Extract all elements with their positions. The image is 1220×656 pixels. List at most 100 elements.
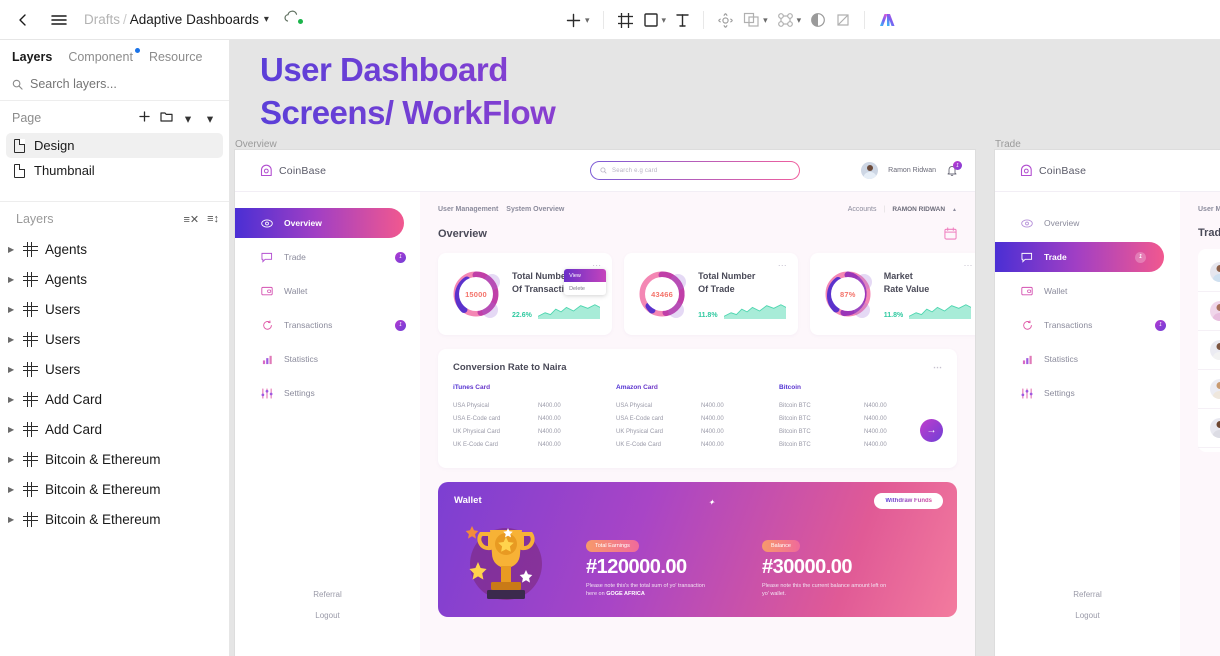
layer-row[interactable]: ▶ Users <box>0 324 229 354</box>
breadcrumb[interactable]: Drafts / Adaptive Dashboards ▾ <box>84 12 269 27</box>
breadcrumb-user-management[interactable]: User Manage <box>1198 206 1220 213</box>
expand-caret-icon[interactable]: ▶ <box>8 245 16 254</box>
calendar-icon[interactable] <box>944 227 957 240</box>
sidebar-item-trade[interactable]: Trade 1 <box>235 242 420 272</box>
new-folder-icon[interactable] <box>155 111 177 126</box>
hamburger-menu-icon[interactable] <box>48 9 70 31</box>
frame-label-trade[interactable]: Trade <box>995 139 1021 150</box>
component-tool[interactable]: ▾ <box>777 12 802 28</box>
actions-tool[interactable] <box>717 12 734 29</box>
brand[interactable]: CoinBase <box>235 164 420 178</box>
mask-tool[interactable] <box>810 12 826 28</box>
add-tool-chevron-icon[interactable]: ▾ <box>585 15 590 26</box>
expand-caret-icon[interactable]: ▶ <box>8 455 16 464</box>
text-tool[interactable] <box>675 12 690 28</box>
shape-tool[interactable]: ▾ <box>643 12 667 28</box>
sidebar-item-wallet[interactable]: Wallet <box>995 276 1180 306</box>
frame-overview[interactable]: CoinBase Search e.g card Ramon Ridwan 1 … <box>235 150 975 656</box>
list-item[interactable] <box>1198 331 1220 370</box>
layer-row[interactable]: ▶ Agents <box>0 264 229 294</box>
page-chevron-down-icon[interactable]: ▾ <box>177 111 199 126</box>
sidebar-referral-link[interactable]: Referral <box>235 584 420 605</box>
breadcrumb-system-overview[interactable]: System Overview <box>506 206 564 213</box>
list-item[interactable] <box>1198 253 1220 292</box>
frame-trade[interactable]: CoinBase Overview Trade 1 Wallet Transac… <box>995 150 1220 656</box>
notification-bell-icon[interactable]: 1 <box>946 161 962 177</box>
frame-tool[interactable] <box>617 12 634 29</box>
list-item[interactable] <box>1198 370 1220 409</box>
search-layers-row[interactable] <box>0 72 229 101</box>
sort-layers-icon[interactable]: ≡↕ <box>207 213 219 225</box>
card-menu-icon[interactable]: ⋯ <box>778 260 788 271</box>
file-chevron-down-icon[interactable]: ▾ <box>264 14 269 25</box>
expand-caret-icon[interactable]: ▶ <box>8 275 16 284</box>
menu-item-view[interactable]: View <box>564 269 607 282</box>
filter-layers-icon[interactable]: ≡✕ <box>183 213 199 226</box>
expand-caret-icon[interactable]: ▶ <box>8 305 16 314</box>
sidebar-item-trade[interactable]: Trade 1 <box>995 242 1164 272</box>
card-menu-icon[interactable]: ⋯ <box>963 260 973 271</box>
breadcrumb-root[interactable]: Drafts <box>84 12 120 27</box>
layer-row[interactable]: ▶ Bitcoin & Ethereum <box>0 504 229 534</box>
expand-caret-icon[interactable]: ▶ <box>8 425 16 434</box>
page-item-design[interactable]: Design <box>6 133 223 158</box>
layer-row[interactable]: ▶ Users <box>0 354 229 384</box>
sidebar-referral-link[interactable]: Referral <box>995 584 1180 605</box>
boolean-tool-chevron-icon[interactable]: ▾ <box>763 15 768 26</box>
stat-card-transactions[interactable]: ⋯ 15000 Total Number Of Transaction 22.6… <box>438 253 613 335</box>
menu-item-delete[interactable]: Delete <box>564 282 606 295</box>
sidebar-item-wallet[interactable]: Wallet <box>235 276 420 306</box>
shape-tool-chevron-icon[interactable]: ▾ <box>662 15 667 26</box>
search-input[interactable] <box>30 77 190 91</box>
tab-resource[interactable]: Resource <box>149 50 203 64</box>
component-tool-chevron-icon[interactable]: ▾ <box>797 15 802 26</box>
sidebar-item-overview[interactable]: Overview <box>995 208 1180 238</box>
collapse-panel-icon[interactable]: ▾ <box>199 111 221 126</box>
expand-caret-icon[interactable]: ▶ <box>8 485 16 494</box>
layer-row[interactable]: ▶ Bitcoin & Ethereum <box>0 444 229 474</box>
design-canvas[interactable]: User Dashboard Screens/ WorkFlow Overvie… <box>230 40 1220 656</box>
layer-row[interactable]: ▶ Users <box>0 294 229 324</box>
add-tool[interactable]: ▾ <box>565 12 590 29</box>
back-chevron-icon[interactable] <box>12 9 34 31</box>
expand-caret-icon[interactable]: ▶ <box>8 395 16 404</box>
conversion-menu-icon[interactable]: ⋯ <box>933 362 942 373</box>
next-page-arrow-button[interactable]: → <box>920 418 943 442</box>
accounts-label[interactable]: Accounts <box>848 206 877 213</box>
add-page-button[interactable] <box>133 110 155 126</box>
sidebar-item-transactions[interactable]: Transactions 1 <box>235 310 420 340</box>
boolean-tool[interactable]: ▾ <box>743 12 768 28</box>
ai-logo-icon[interactable] <box>878 12 897 28</box>
tab-component[interactable]: Component <box>68 48 140 64</box>
list-item[interactable] <box>1198 292 1220 331</box>
search-box[interactable]: Search e.g card <box>590 161 800 180</box>
layer-row[interactable]: ▶ Add Card <box>0 414 229 444</box>
stat-card-market-rate[interactable]: ⋯ 87% Market Rate Value 11.8% <box>809 253 975 335</box>
withdraw-funds-button[interactable]: Withdraw Funds <box>874 492 943 509</box>
list-item[interactable] <box>1198 409 1220 448</box>
page-item-thumbnail[interactable]: Thumbnail <box>6 158 223 183</box>
account-caret-icon[interactable]: ▲ <box>952 207 957 213</box>
tab-layers[interactable]: Layers <box>12 50 52 64</box>
layer-row[interactable]: ▶ Add Card <box>0 384 229 414</box>
brand[interactable]: CoinBase <box>995 164 1180 178</box>
expand-caret-icon[interactable]: ▶ <box>8 365 16 374</box>
sidebar-item-settings[interactable]: Settings <box>995 378 1180 408</box>
breadcrumb-user-management[interactable]: User Management <box>438 206 498 213</box>
sidebar-item-settings[interactable]: Settings <box>235 378 420 408</box>
sidebar-item-transactions[interactable]: Transactions 1 <box>995 310 1180 340</box>
layer-row[interactable]: ▶ Bitcoin & Ethereum <box>0 474 229 504</box>
sidebar-logout-link[interactable]: Logout <box>235 605 420 626</box>
layer-row[interactable]: ▶ Agents <box>0 234 229 264</box>
card-context-menu[interactable]: View Delete <box>564 269 607 295</box>
expand-caret-icon[interactable]: ▶ <box>8 335 16 344</box>
stat-card-trade[interactable]: ⋯ 43466 Total Number Of Trade 11.8% <box>624 253 798 335</box>
sidebar-item-overview[interactable]: Overview <box>235 208 404 238</box>
sidebar-item-statistics[interactable]: Statistics <box>235 344 420 374</box>
avatar[interactable] <box>861 162 879 179</box>
sidebar-item-statistics[interactable]: Statistics <box>995 344 1180 374</box>
crop-tool[interactable] <box>835 12 851 28</box>
breadcrumb-current[interactable]: Adaptive Dashboards <box>130 12 259 27</box>
expand-caret-icon[interactable]: ▶ <box>8 515 16 524</box>
frame-label-overview[interactable]: Overview <box>235 139 277 150</box>
